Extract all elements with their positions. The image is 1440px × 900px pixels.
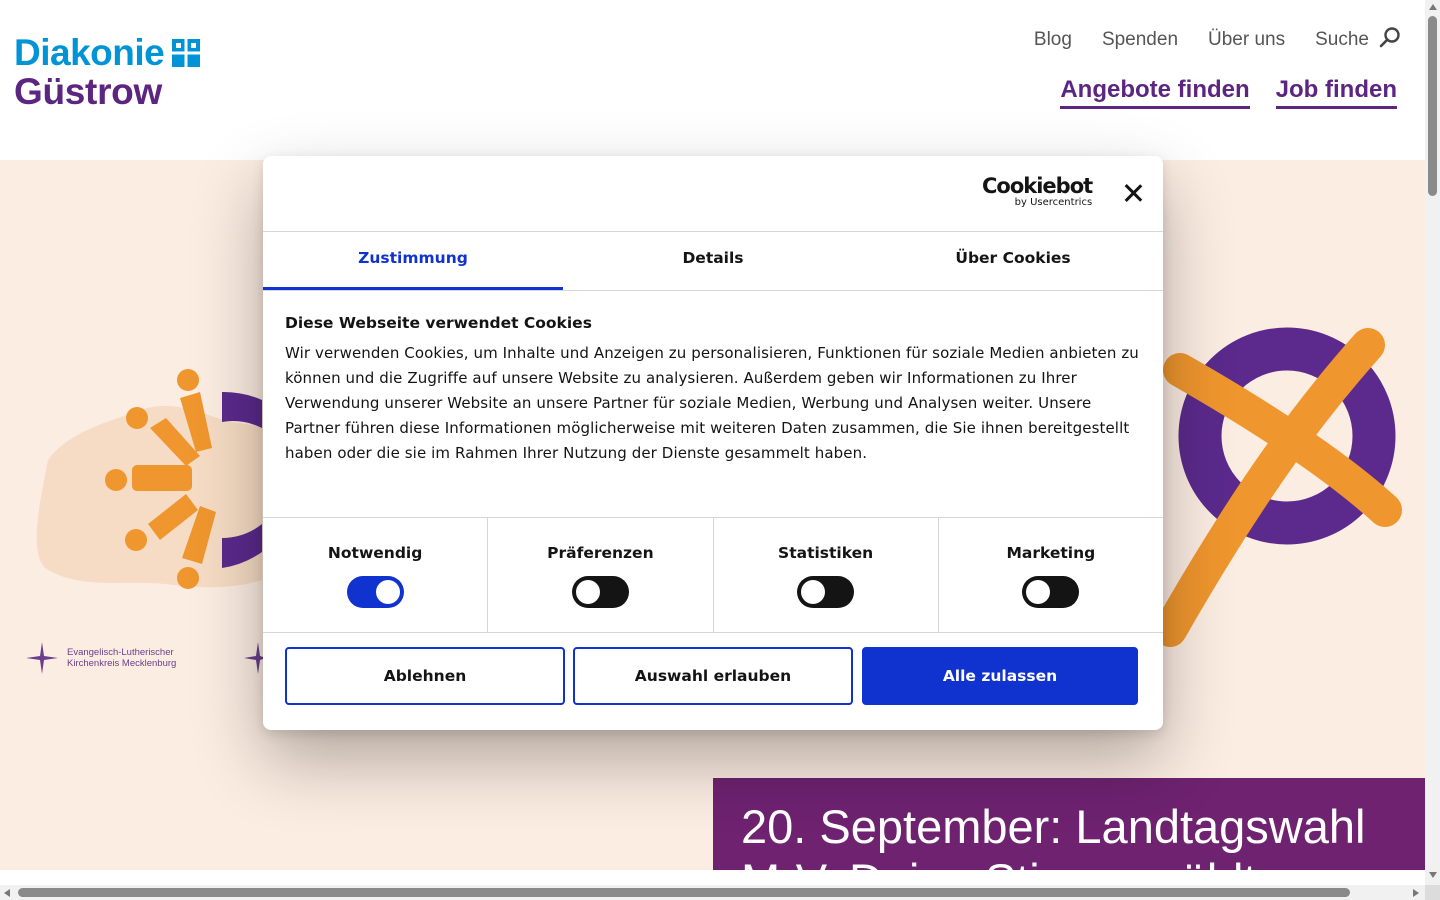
logo-word-guestrow: Güstrow	[14, 71, 162, 112]
hero-headline: 20. September: Landtagswahl M-V. Deine S…	[741, 800, 1366, 870]
scroll-up-arrow-icon[interactable]	[1429, 4, 1437, 10]
search-label: Suche	[1315, 29, 1369, 50]
toggle-knob	[801, 580, 826, 604]
church-label-line1: Evangelisch-Lutherischer	[67, 647, 174, 658]
category-marketing: Marketing	[939, 518, 1163, 632]
close-icon[interactable]	[1121, 181, 1145, 205]
category-label-notwendig: Notwendig	[327, 544, 423, 562]
cookiebot-brand: Cookiebot	[982, 174, 1093, 198]
cookie-category-toggles: Notwendig Präferenzen Statistiken Market…	[263, 517, 1163, 633]
category-statistiken: Statistiken	[714, 518, 939, 632]
church-district-label: Evangelisch-Lutherischer Kirchenkreis Me…	[67, 647, 176, 669]
vertical-scrollbar[interactable]	[1425, 0, 1440, 885]
toggle-praeferenzen[interactable]	[571, 576, 629, 608]
cookiebot-logo[interactable]: Cookiebot by Usercentrics	[982, 174, 1093, 208]
diakonie-cross-icon	[172, 38, 201, 67]
toggle-knob	[1026, 580, 1051, 604]
cookie-tabs: Zustimmung Details Über Cookies	[263, 232, 1163, 291]
nav-link-angebote-finden[interactable]: Angebote finden	[1060, 76, 1250, 109]
category-label-praeferenzen: Präferenzen	[547, 544, 654, 562]
category-notwendig: Notwendig	[263, 518, 489, 632]
cookie-dialog-header: Cookiebot by Usercentrics	[263, 156, 1163, 232]
toggle-statistiken[interactable]	[797, 576, 855, 608]
toggle-marketing[interactable]	[1022, 576, 1080, 608]
scroll-left-arrow-icon[interactable]	[4, 889, 10, 897]
toggle-knob	[375, 580, 400, 604]
hero-headline-box[interactable]: 20. September: Landtagswahl M-V. Deine S…	[713, 778, 1425, 870]
scroll-down-arrow-icon[interactable]	[1429, 872, 1437, 878]
tab-ueber-cookies[interactable]: Über Cookies	[863, 232, 1163, 290]
cookie-description: Wir verwenden Cookies, um Inhalte und An…	[285, 344, 1139, 462]
nav-link-blog[interactable]: Blog	[1034, 29, 1072, 51]
toggle-notwendig[interactable]	[346, 576, 404, 608]
category-praeferenzen: Präferenzen	[488, 518, 714, 632]
tab-zustimmung[interactable]: Zustimmung	[263, 232, 563, 290]
search-toggle[interactable]: Suche	[1315, 26, 1401, 54]
horizontal-scroll-thumb[interactable]	[18, 888, 1350, 897]
cookie-consent-dialog: Cookiebot by Usercentrics Zustimmung Det…	[263, 156, 1163, 730]
site-logo[interactable]: Diakonie Güstrow	[14, 32, 201, 112]
nav-link-ueber-uns[interactable]: Über uns	[1208, 29, 1285, 51]
cookie-dialog-body: Diese Webseite verwendet Cookies Wir ver…	[285, 314, 1141, 466]
church-label-line2: Kirchenkreis Mecklenburg	[67, 658, 177, 669]
scroll-right-arrow-icon[interactable]	[1413, 889, 1419, 897]
decline-button[interactable]: Ablehnen	[285, 647, 565, 705]
content-strip	[0, 870, 713, 885]
main-nav: Angebote finden Job finden	[1060, 76, 1397, 109]
horizontal-scrollbar[interactable]	[0, 885, 1425, 900]
allow-all-button[interactable]: Alle zulassen	[862, 647, 1138, 705]
scrollbar-corner	[1425, 885, 1440, 900]
cookiebot-brand-sub: by Usercentrics	[1014, 197, 1093, 208]
logo-word-diakonie: Diakonie	[14, 32, 165, 73]
category-label-statistiken: Statistiken	[778, 544, 874, 562]
top-nav: Blog Spenden Über uns Suche	[1034, 26, 1401, 54]
nav-link-spenden[interactable]: Spenden	[1102, 29, 1178, 51]
cookie-button-row: Ablehnen Auswahl erlauben Alle zulassen	[285, 647, 1138, 705]
allow-selection-button[interactable]: Auswahl erlauben	[573, 647, 853, 705]
toggle-knob	[575, 580, 600, 604]
cookie-heading: Diese Webseite verwendet Cookies	[285, 314, 592, 332]
search-icon	[1379, 26, 1401, 54]
category-label-marketing: Marketing	[1006, 544, 1096, 562]
tab-details[interactable]: Details	[563, 232, 863, 290]
vertical-scroll-thumb[interactable]	[1428, 16, 1437, 196]
nav-link-job-finden[interactable]: Job finden	[1275, 76, 1397, 109]
site-header: Diakonie Güstrow Blog Spenden Über uns S…	[0, 0, 1425, 160]
